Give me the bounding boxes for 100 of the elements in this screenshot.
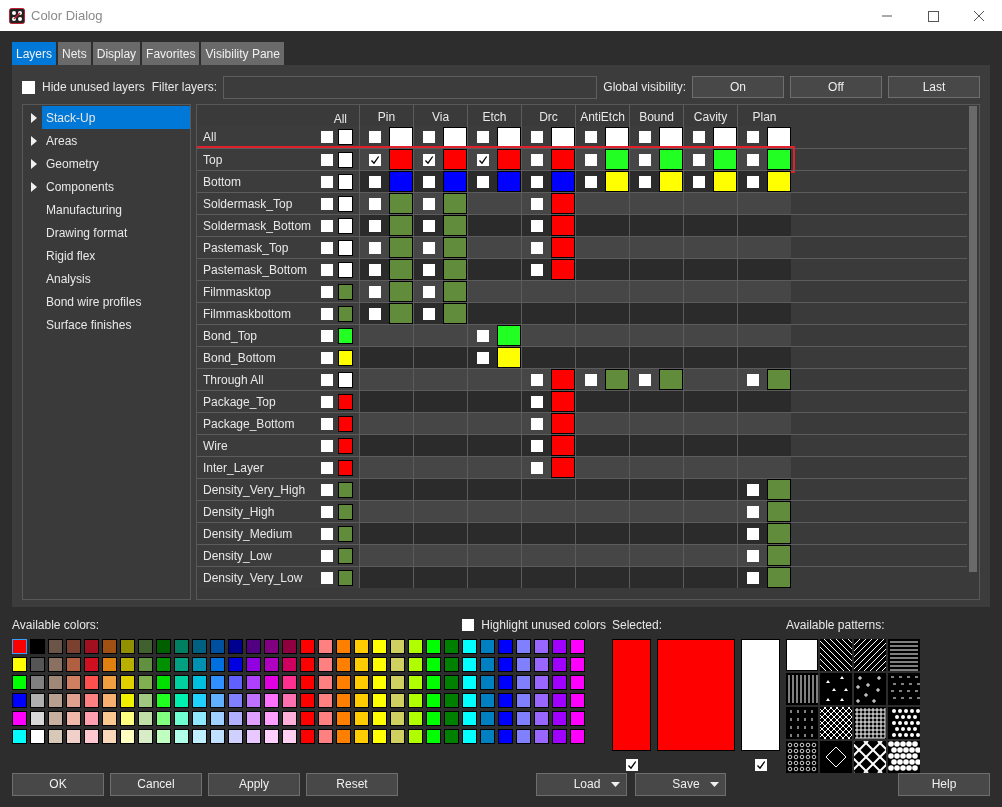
color-swatch[interactable] [659,369,683,390]
pattern-tile[interactable] [820,741,852,773]
palette-swatch[interactable] [66,657,81,672]
palette-swatch[interactable] [300,693,315,708]
palette-swatch[interactable] [48,693,63,708]
color-swatch[interactable] [605,171,629,192]
color-swatch[interactable] [497,325,521,346]
color-swatch[interactable] [338,547,353,564]
color-swatch[interactable] [551,149,575,170]
dropdown-button[interactable]: Save [635,772,726,796]
palette-swatch[interactable] [552,657,567,672]
palette-swatch[interactable] [552,729,567,744]
color-swatch[interactable] [551,171,575,192]
palette-swatch[interactable] [318,711,333,726]
palette-swatch[interactable] [264,711,279,726]
color-swatch[interactable] [389,215,413,236]
checkbox[interactable] [423,175,435,188]
checkbox[interactable] [321,461,333,474]
palette-swatch[interactable] [570,639,585,654]
color-swatch[interactable] [338,437,353,454]
palette-swatch[interactable] [246,657,261,672]
color-swatch[interactable] [551,369,575,390]
color-swatch[interactable] [443,171,467,192]
dialog-button[interactable]: Apply [208,772,300,796]
checkbox[interactable] [321,329,333,342]
palette-swatch[interactable] [246,693,261,708]
tree-item[interactable]: Analysis [42,267,190,290]
palette-swatch[interactable] [408,675,423,690]
checkbox[interactable] [321,285,333,298]
palette-swatch[interactable] [84,711,99,726]
tab[interactable]: Favorites [142,42,200,65]
palette-swatch[interactable] [480,657,495,672]
color-swatch[interactable] [338,283,353,300]
palette-swatch[interactable] [354,729,369,744]
checkbox[interactable] [693,131,705,143]
color-swatch[interactable] [338,503,353,520]
palette-swatch[interactable] [516,729,531,744]
checkbox[interactable] [321,483,333,496]
palette-swatch[interactable] [246,711,261,726]
checkbox[interactable] [693,153,705,166]
pattern-tile[interactable] [854,741,886,773]
checkbox[interactable] [321,197,333,210]
palette-swatch[interactable] [30,711,45,726]
color-swatch[interactable] [338,569,353,586]
palette-swatch[interactable] [30,657,45,672]
visibility-button[interactable]: Off [790,76,882,98]
checkbox[interactable] [747,527,759,540]
checkbox[interactable] [321,307,333,320]
color-swatch[interactable] [659,171,683,192]
checkbox[interactable] [321,131,333,143]
palette-swatch[interactable] [444,693,459,708]
color-swatch[interactable] [551,435,575,456]
color-swatch[interactable] [767,523,791,544]
color-swatch[interactable] [338,261,353,278]
palette-swatch[interactable] [408,639,423,654]
palette-swatch[interactable] [228,729,243,744]
checkbox[interactable] [531,263,543,276]
color-swatch[interactable] [443,281,467,302]
pattern-tile[interactable] [854,673,886,705]
color-swatch[interactable] [443,126,467,148]
checkbox[interactable] [531,417,543,430]
palette-swatch[interactable] [120,675,135,690]
dropdown-button[interactable]: Load [536,772,627,796]
checkbox[interactable] [369,175,381,188]
checkbox[interactable] [321,571,333,584]
color-swatch[interactable] [338,459,353,476]
palette-swatch[interactable] [246,675,261,690]
checkbox[interactable] [477,175,489,188]
checkbox[interactable] [531,197,543,210]
palette-swatch[interactable] [516,657,531,672]
palette-swatch[interactable] [264,657,279,672]
palette-swatch[interactable] [282,639,297,654]
palette-swatch[interactable] [102,639,117,654]
palette-swatch[interactable] [534,729,549,744]
checkbox[interactable] [639,131,651,143]
palette-swatch[interactable] [246,729,261,744]
checkbox[interactable] [423,131,435,143]
palette-swatch[interactable] [408,657,423,672]
palette-swatch[interactable] [66,693,81,708]
palette-swatch[interactable] [498,729,513,744]
color-swatch[interactable] [338,393,353,410]
checkbox[interactable] [423,153,435,166]
palette-swatch[interactable] [480,729,495,744]
palette-swatch[interactable] [516,711,531,726]
palette-swatch[interactable] [372,729,387,744]
color-swatch[interactable] [338,217,353,234]
checkbox[interactable] [369,285,381,298]
pattern-tile[interactable] [786,673,818,705]
palette-swatch[interactable] [66,675,81,690]
palette-swatch[interactable] [390,693,405,708]
color-swatch[interactable] [767,567,791,588]
color-swatch[interactable] [338,129,353,145]
checkbox[interactable] [321,263,333,276]
palette-swatch[interactable] [228,639,243,654]
checkbox[interactable] [22,80,35,94]
checkbox[interactable] [369,131,381,143]
color-swatch[interactable] [389,171,413,192]
color-swatch[interactable] [767,171,791,192]
palette-swatch[interactable] [354,657,369,672]
palette-swatch[interactable] [462,639,477,654]
